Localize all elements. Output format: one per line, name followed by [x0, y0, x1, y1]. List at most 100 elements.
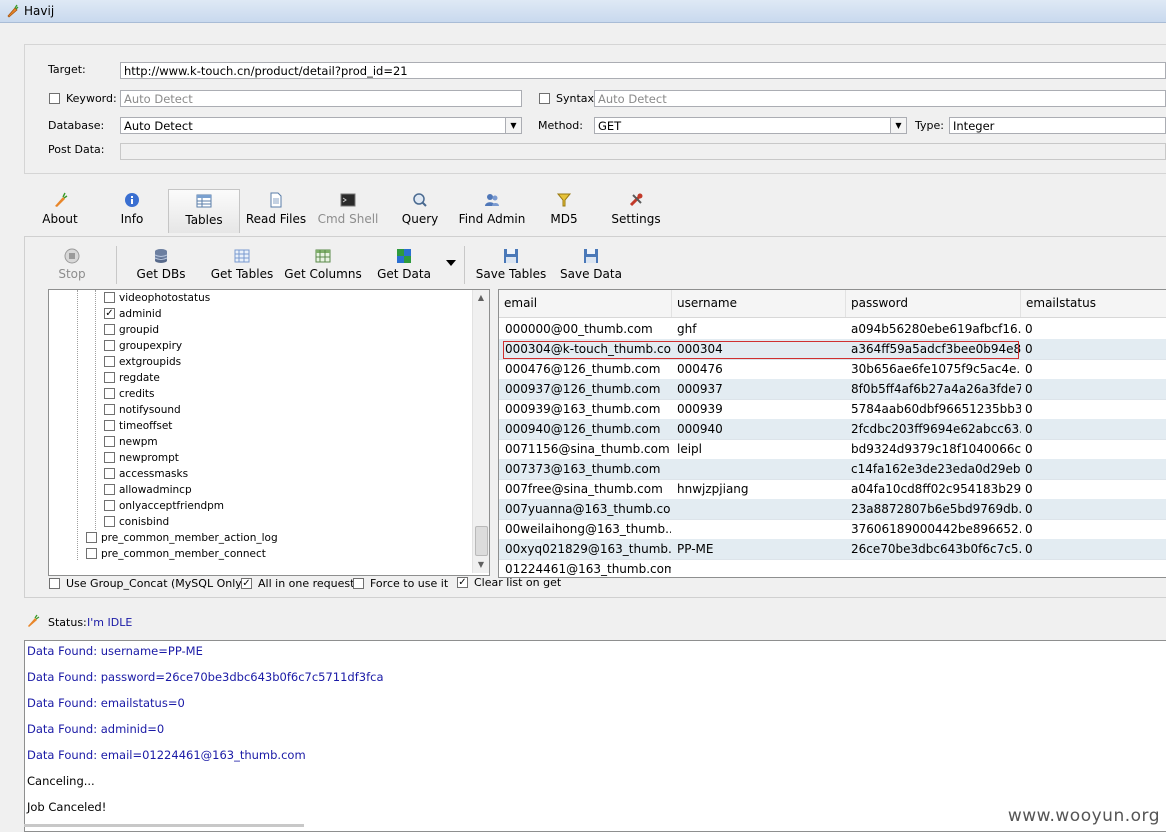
tree-column-item[interactable]: regdate — [104, 371, 160, 387]
table-checkbox[interactable] — [86, 531, 97, 543]
type-select[interactable]: Integer — [949, 117, 1166, 134]
keyword-checkbox[interactable] — [49, 93, 60, 104]
save-icon — [504, 249, 518, 263]
clear-list-checkbox[interactable]: ✓ — [457, 577, 468, 588]
column-checkbox[interactable] — [104, 291, 115, 303]
force-checkbox[interactable] — [353, 578, 364, 589]
status-value: I'm IDLE — [87, 616, 133, 629]
tree-column-item[interactable]: ✓ adminid — [104, 307, 161, 323]
tree-column-item[interactable]: conisbind — [104, 515, 169, 531]
keyword-input[interactable]: Auto Detect — [120, 90, 522, 107]
table-row[interactable]: 000000@00_thumb.com ghf a094b56280ebe619… — [499, 319, 1166, 340]
cell-email: 000937@126_thumb.com — [505, 382, 661, 396]
table-row[interactable]: 01224461@163_thumb.com — [499, 559, 1166, 577]
tree-table-item[interactable]: pre_common_member_action_log — [86, 531, 278, 547]
tree-column-item[interactable]: groupexpiry — [104, 339, 182, 355]
tab-settings[interactable]: Settings — [610, 192, 662, 232]
cell-password: a04fa10cd8ff02c954183b29... — [851, 482, 1021, 496]
cell-password: bd9324d9379c18f1040066c... — [851, 442, 1021, 456]
stop-button[interactable]: Stop — [54, 248, 90, 281]
table-row[interactable]: 00xyq021829@163_thumb... PP-ME 26ce70be3… — [499, 539, 1166, 560]
table-row[interactable]: 007free@sina_thumb.com hnwjzpjiang a04fa… — [499, 479, 1166, 500]
chevron-down-icon[interactable]: ▼ — [505, 118, 521, 133]
column-checkbox[interactable] — [104, 371, 115, 383]
row-highlight — [503, 341, 1019, 359]
column-header-email[interactable]: email — [499, 290, 672, 317]
cell-emailstatus: 0 — [1025, 522, 1033, 536]
tab-query[interactable]: Query — [398, 192, 442, 232]
tree-column-item[interactable]: newpm — [104, 435, 158, 451]
column-checkbox[interactable] — [104, 467, 115, 479]
column-header-username[interactable]: username — [672, 290, 846, 317]
tree-column-item[interactable]: extgroupids — [104, 355, 181, 371]
table-row[interactable]: 007373@163_thumb.com c14fa162e3de23eda0d… — [499, 459, 1166, 480]
column-checkbox[interactable] — [104, 515, 115, 527]
tab-tables[interactable]: Tables — [168, 189, 240, 233]
tree-column-item[interactable]: groupid — [104, 323, 159, 339]
data-grid[interactable]: email username password emailstatus 0000… — [498, 289, 1166, 578]
tree-column-item[interactable]: accessmasks — [104, 467, 188, 483]
keyword-label: Keyword: — [66, 92, 117, 105]
tab-md5[interactable]: MD5 — [546, 192, 582, 232]
tree-column-item[interactable]: videophotostatus — [104, 291, 210, 307]
get-dbs-button[interactable]: Get DBs — [134, 248, 188, 281]
database-select[interactable]: Auto Detect ▼ — [120, 117, 522, 134]
get-data-dropdown-icon[interactable] — [446, 260, 456, 266]
tab-info[interactable]: Info — [112, 192, 152, 232]
column-header-password[interactable]: password — [846, 290, 1021, 317]
tree-column-item[interactable]: credits — [104, 387, 155, 403]
tree-column-item[interactable]: timeoffset — [104, 419, 172, 435]
column-checkbox[interactable] — [104, 483, 115, 495]
chevron-down-icon[interactable]: ▼ — [473, 557, 489, 573]
column-checkbox[interactable] — [104, 355, 115, 367]
column-checkbox[interactable] — [104, 339, 115, 351]
group-concat-checkbox[interactable] — [49, 578, 60, 589]
cell-emailstatus: 0 — [1025, 382, 1033, 396]
scrollbar-thumb[interactable] — [475, 526, 488, 556]
log-output[interactable]: Data Found: username=PP-ME Data Found: p… — [24, 640, 1166, 832]
syntax-checkbox[interactable] — [539, 93, 550, 104]
column-checkbox[interactable] — [104, 419, 115, 431]
chevron-down-icon[interactable]: ▼ — [890, 118, 906, 133]
target-input[interactable]: http://www.k-touch.cn/product/detail?pro… — [120, 62, 1166, 79]
cell-username: leipl — [677, 442, 703, 456]
tab-cmd-shell[interactable]: Cmd Shell — [316, 192, 380, 232]
all-in-one-checkbox[interactable]: ✓ — [241, 578, 252, 589]
tab-about[interactable]: About — [36, 192, 84, 232]
tree-scrollbar[interactable]: ▲ ▼ — [472, 290, 489, 573]
save-data-button[interactable]: Save Data — [560, 248, 622, 281]
table-row[interactable]: 000476@126_thumb.com 000476 30b656ae6fe1… — [499, 359, 1166, 380]
tree-column-item[interactable]: allowadmincp — [104, 483, 192, 499]
table-row[interactable]: 000939@163_thumb.com 000939 5784aab60dbf… — [499, 399, 1166, 420]
tab-find-admin[interactable]: Find Admin — [456, 192, 528, 232]
table-row[interactable]: 00weilaihong@163_thumb.... 3760618900044… — [499, 519, 1166, 540]
get-data-button[interactable]: Get Data — [376, 248, 432, 281]
schema-tree[interactable]: videophotostatus ✓ adminid groupid groupe… — [48, 289, 490, 576]
tree-column-item[interactable]: newprompt — [104, 451, 179, 467]
syntax-input[interactable]: Auto Detect — [594, 90, 1166, 107]
tree-column-item[interactable]: notifysound — [104, 403, 181, 419]
get-tables-button[interactable]: Get Tables — [208, 248, 276, 281]
column-checkbox[interactable] — [104, 451, 115, 463]
column-checkbox[interactable] — [104, 323, 115, 335]
get-columns-button[interactable]: Get Columns — [284, 248, 362, 281]
table-row[interactable]: 007yuanna@163_thumb.com 23a8872807b6e5bd… — [499, 499, 1166, 520]
column-checkbox[interactable] — [104, 435, 115, 447]
table-row[interactable]: 0071156@sina_thumb.com leipl bd9324d9379… — [499, 439, 1166, 460]
chevron-up-icon[interactable]: ▲ — [473, 290, 489, 306]
cell-password — [845, 559, 1021, 577]
column-header-emailstatus[interactable]: emailstatus — [1021, 290, 1166, 317]
table-row[interactable]: 000940@126_thumb.com 000940 2fcdbc203ff9… — [499, 419, 1166, 440]
method-select[interactable]: GET ▼ — [594, 117, 907, 134]
table-row[interactable]: 000937@126_thumb.com 000937 8f0b5ff4af6b… — [499, 379, 1166, 400]
table-checkbox[interactable] — [86, 547, 97, 559]
column-checkbox[interactable] — [104, 403, 115, 415]
save-tables-button[interactable]: Save Tables — [474, 248, 548, 281]
column-checkbox[interactable]: ✓ — [104, 307, 115, 319]
tab-read-files[interactable]: Read Files — [244, 192, 308, 232]
column-checkbox[interactable] — [104, 499, 115, 511]
tree-column-item[interactable]: onlyacceptfriendpm — [104, 499, 224, 515]
postdata-input[interactable] — [120, 143, 1166, 160]
column-checkbox[interactable] — [104, 387, 115, 399]
tree-table-item[interactable]: pre_common_member_connect — [86, 547, 266, 563]
